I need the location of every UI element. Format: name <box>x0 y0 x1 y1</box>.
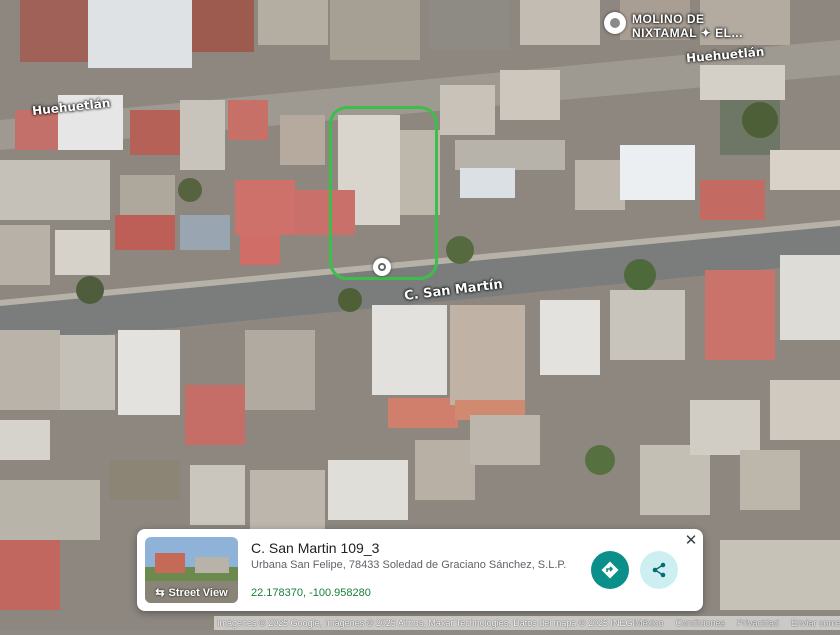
poi-label-line2: NIXTAMAL ✦ EL... <box>632 26 743 40</box>
poi-label-line1: MOLINO DE <box>632 12 705 26</box>
poi-marker[interactable]: MOLINO DE NIXTAMAL ✦ EL... <box>604 12 743 40</box>
selected-parcel-outline <box>329 106 438 280</box>
share-icon <box>652 562 666 578</box>
street-view-thumbnail[interactable]: ⇆ Street View <box>145 537 238 603</box>
poi-label: MOLINO DE NIXTAMAL ✦ EL... <box>632 12 743 40</box>
share-button[interactable] <box>640 551 678 589</box>
street-view-text: Street View <box>168 586 228 599</box>
place-address: Urbana San Felipe, 78433 Soledad de Grac… <box>251 559 567 571</box>
place-title: C. San Martin 109_3 <box>251 540 380 556</box>
place-card: ⇆ Street View C. San Martin 109_3 Urbana… <box>137 529 703 611</box>
footer-link-privacy[interactable]: Privacidad <box>737 618 779 628</box>
footer-link-country[interactable]: México <box>635 618 664 628</box>
place-coordinates[interactable]: 22.178370, -100.958280 <box>251 587 371 599</box>
footer-link-terms[interactable]: Condiciones <box>675 618 725 628</box>
close-icon[interactable]: ✕ <box>682 532 700 550</box>
footer-link-feedback[interactable]: Enviar comentarios <box>791 618 840 628</box>
map-footer: Imágenes © 2025 Google, Imágenes © 2025 … <box>214 616 840 630</box>
place-pin-icon <box>604 12 626 34</box>
selected-location-pin-icon[interactable] <box>373 258 391 276</box>
footer-links: México Condiciones Privacidad Enviar com… <box>635 618 840 628</box>
street-view-icon: ⇆ <box>155 587 165 599</box>
attribution: Imágenes © 2025 Google, Imágenes © 2025 … <box>217 618 635 628</box>
directions-icon <box>601 561 619 579</box>
street-view-label: ⇆ Street View <box>145 586 238 600</box>
directions-button[interactable] <box>591 551 629 589</box>
